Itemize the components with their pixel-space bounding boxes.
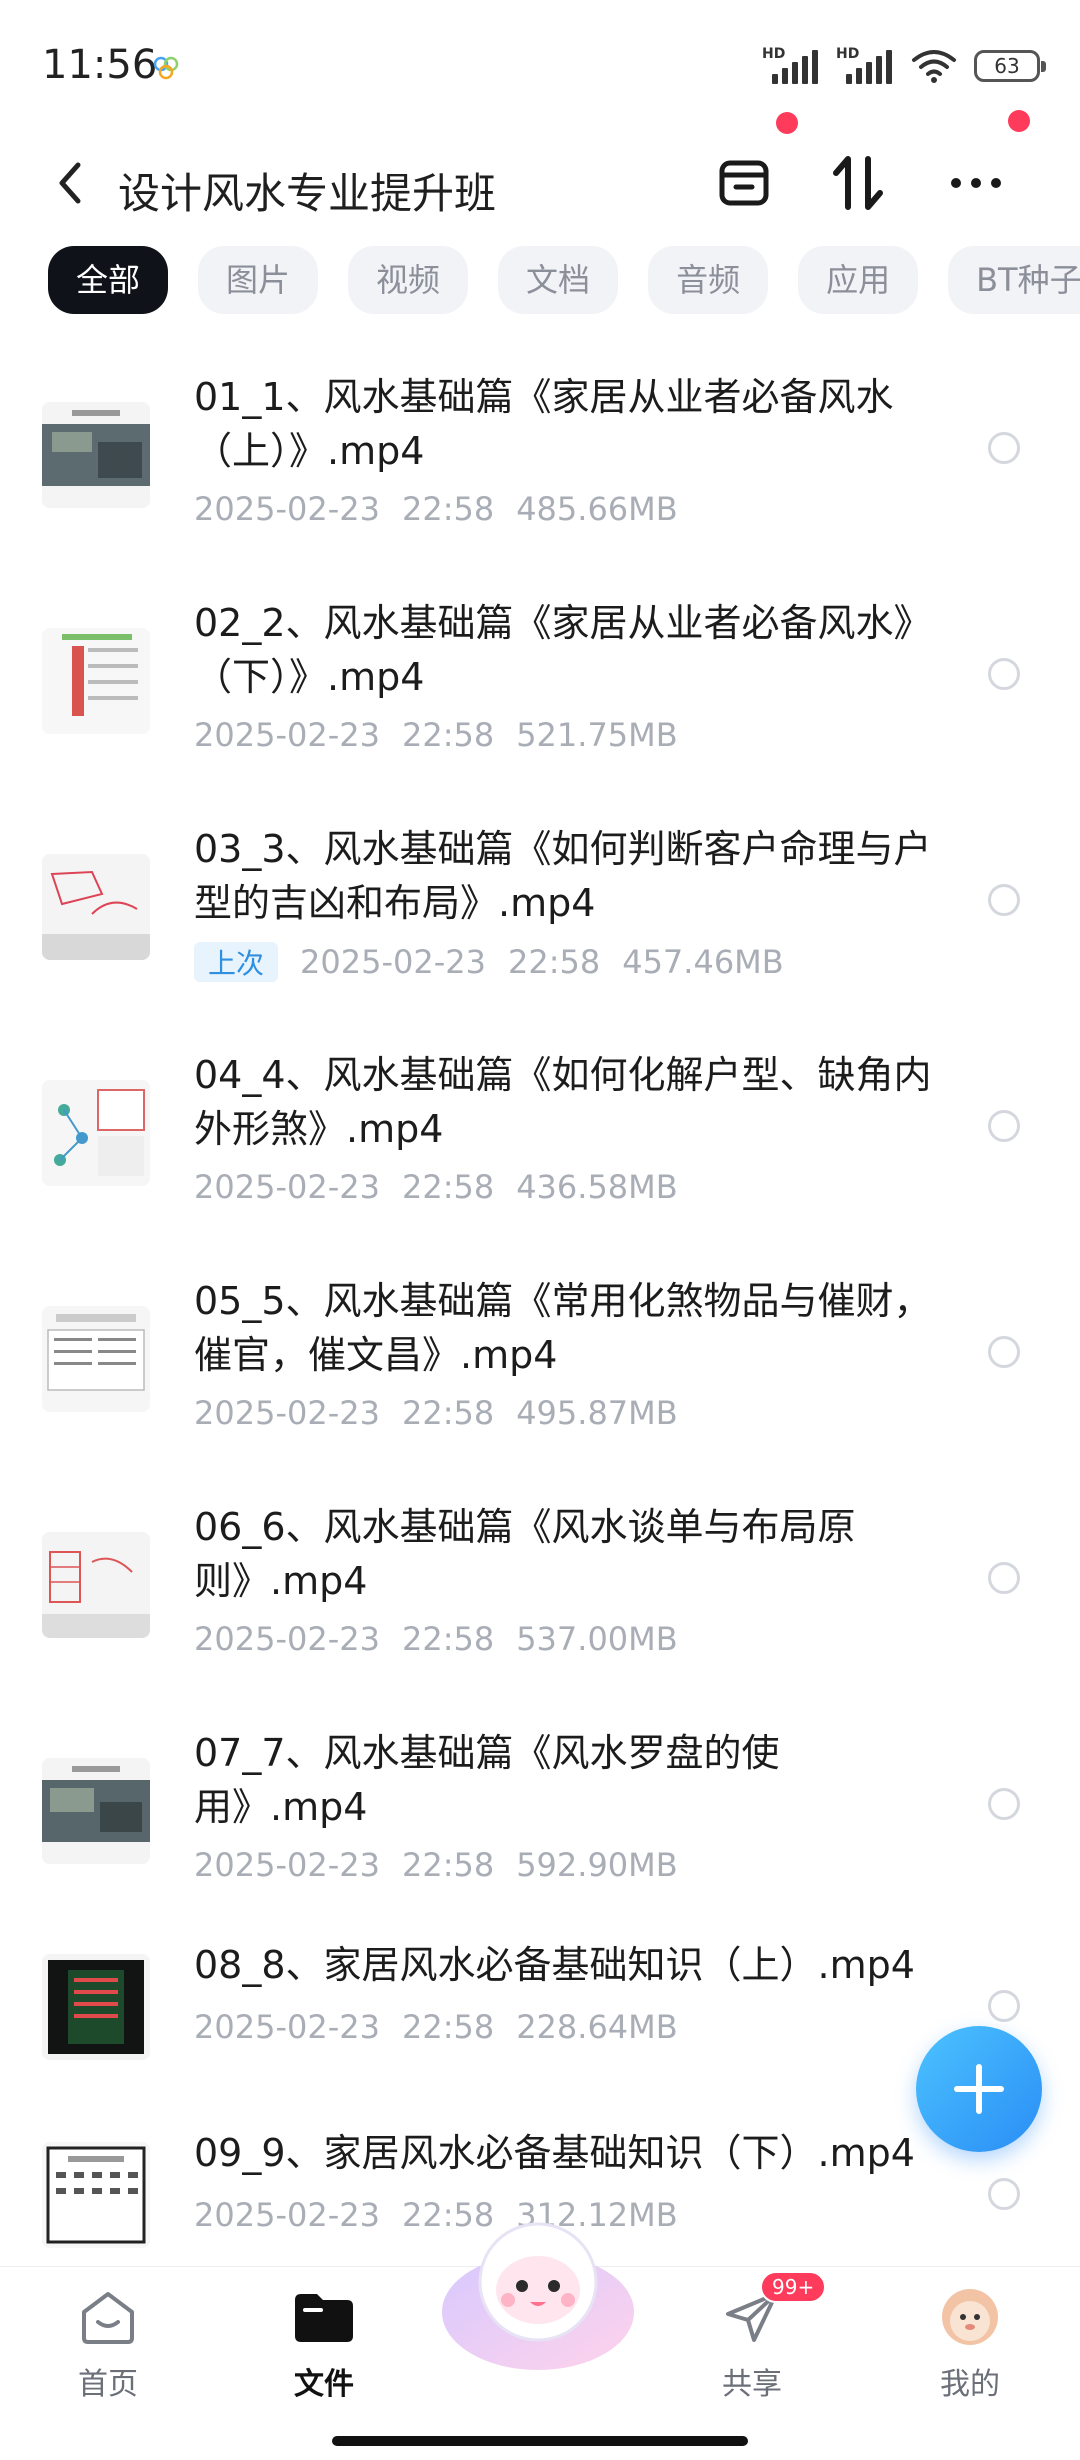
nav-home-label: 首页 <box>78 2367 138 2402</box>
file-row[interactable]: 06_6、风水基础篇《风水谈单与布局原则》.mp4 2025-02-23 22:5… <box>0 1470 1080 1696</box>
file-row[interactable]: 03_3、风水基础篇《如何判断客户命理与户型的吉凶和布局》.mp4 上次 2025… <box>0 792 1080 1018</box>
select-checkbox[interactable] <box>988 884 1020 916</box>
nav-files[interactable]: 文件 <box>254 2285 394 2403</box>
recent-badge: 上次 <box>194 942 279 982</box>
file-meta: 2025-02-23 22:58 592.90MB <box>194 1846 678 1884</box>
archive-icon <box>719 160 769 206</box>
select-checkbox[interactable] <box>988 1990 1020 2022</box>
more-dots-icon <box>951 178 1001 188</box>
nav-mine[interactable]: 我的 <box>900 2285 1040 2403</box>
video-thumbnail <box>42 1532 150 1638</box>
signal-2-icon: HD <box>836 46 894 84</box>
video-thumbnail <box>42 1758 150 1864</box>
video-thumbnail <box>42 1306 150 1412</box>
select-checkbox[interactable] <box>988 2178 1020 2210</box>
video-thumbnail <box>42 402 150 508</box>
tab-bt-torrent[interactable]: BT种子 <box>948 246 1080 314</box>
file-meta: 2025-02-23 22:58 436.58MB <box>194 1168 678 1206</box>
status-bar: 11:56 HD HD 63 <box>0 0 1080 130</box>
file-meta: 2025-02-23 22:58 485.66MB <box>194 490 678 528</box>
avatar <box>942 2289 998 2345</box>
video-thumbnail <box>42 1954 150 2060</box>
file-name: 09_9、家居风水必备基础知识（下）.mp4 <box>194 2131 915 2175</box>
tab-audio[interactable]: 音频 <box>648 246 769 314</box>
file-meta: 2025-02-23 22:58 228.64MB <box>194 2008 678 2046</box>
home-icon <box>82 2292 134 2344</box>
sort-icon <box>833 156 883 210</box>
video-thumbnail <box>42 2142 150 2248</box>
chevron-left-icon <box>59 162 81 204</box>
file-name: 03_3、风水基础篇《如何判断客户命理与户型的吉凶和布局》.mp4 <box>194 827 932 925</box>
home-indicator <box>332 2436 748 2446</box>
select-checkbox[interactable] <box>988 1110 1020 1142</box>
file-name: 01_1、风水基础篇《家居从业者必备风水（上）》.mp4 <box>194 375 894 473</box>
archive-button[interactable] <box>704 140 784 226</box>
tab-images[interactable]: 图片 <box>198 246 319 314</box>
tab-apps[interactable]: 应用 <box>798 246 919 314</box>
nav-home[interactable]: 首页 <box>38 2285 178 2403</box>
share-badge: 99+ <box>760 2271 827 2303</box>
file-name: 04_4、风水基础篇《如何化解户型、缺角内外形煞》.mp4 <box>194 1053 932 1151</box>
battery-indicator: 63 <box>974 50 1046 82</box>
file-name: 08_8、家居风水必备基础知识（上）.mp4 <box>194 1943 915 1987</box>
select-checkbox[interactable] <box>988 432 1020 464</box>
select-checkbox[interactable] <box>988 1562 1020 1594</box>
file-row[interactable]: 02_2、风水基础篇《家居从业者必备风水》（下）》.mp4 2025-02-23… <box>0 566 1080 792</box>
file-name: 06_6、风水基础篇《风水谈单与布局原则》.mp4 <box>194 1505 856 1603</box>
select-checkbox[interactable] <box>988 658 1020 690</box>
status-time: 11:56 <box>42 42 158 88</box>
file-row[interactable]: 07_7、风水基础篇《风水罗盘的使用》.mp4 2025-02-23 22:58 5… <box>0 1696 1080 1922</box>
video-thumbnail <box>42 628 150 734</box>
file-meta: 2025-02-23 22:58 537.00MB <box>194 1620 678 1658</box>
file-name: 05_5、风水基础篇《常用化煞物品与催财，催官，催文昌》.mp4 <box>194 1279 932 1377</box>
more-button[interactable] <box>936 140 1016 226</box>
tab-all[interactable]: 全部 <box>48 246 169 314</box>
nav-share[interactable]: 99+ 共享 <box>682 2271 827 2403</box>
file-row[interactable]: 01_1、风水基础篇《家居从业者必备风水（上）》.mp4 2025-02-23 2… <box>0 340 1080 566</box>
cloud-app-icon <box>153 56 179 80</box>
plus-icon <box>954 2064 1004 2114</box>
file-meta: 上次 2025-02-23 22:58 457.46MB <box>194 942 806 982</box>
file-row[interactable]: 04_4、风水基础篇《如何化解户型、缺角内外形煞》.mp4 2025-02-23… <box>0 1018 1080 1244</box>
mascot-ai-button[interactable] <box>436 2216 640 2376</box>
tab-videos[interactable]: 视频 <box>348 246 469 314</box>
wifi-icon <box>912 50 956 83</box>
file-name: 02_2、风水基础篇《家居从业者必备风水》（下）》.mp4 <box>194 601 932 699</box>
nav-files-label: 文件 <box>294 2367 354 2402</box>
select-checkbox[interactable] <box>988 1336 1020 1368</box>
file-meta: 2025-02-23 22:58 521.75MB <box>194 716 678 754</box>
header: 设计风水专业提升班 <box>0 110 1080 240</box>
video-thumbnail <box>42 1080 150 1186</box>
filter-tabs: 全部 图片 视频 文档 音频 应用 BT种子 <box>48 246 1080 314</box>
more-notification-dot <box>1008 110 1030 132</box>
file-row[interactable]: 05_5、风水基础篇《常用化煞物品与催财，催官，催文昌》.mp4 2025-02… <box>0 1244 1080 1470</box>
nav-share-label: 共享 <box>722 2367 782 2402</box>
tab-documents[interactable]: 文档 <box>498 246 619 314</box>
add-button[interactable] <box>916 2026 1042 2152</box>
file-meta: 2025-02-23 22:58 495.87MB <box>194 1394 678 1432</box>
page-title: 设计风水专业提升班 <box>118 169 497 218</box>
select-checkbox[interactable] <box>988 1788 1020 1820</box>
file-name: 07_7、风水基础篇《风水罗盘的使用》.mp4 <box>194 1731 780 1829</box>
back-button[interactable] <box>40 148 100 218</box>
signal-1-icon: HD <box>762 46 820 84</box>
archive-notification-dot <box>776 112 798 134</box>
folder-icon <box>295 2294 353 2342</box>
video-thumbnail <box>42 854 150 960</box>
nav-mine-label: 我的 <box>940 2367 1000 2402</box>
sort-button[interactable] <box>818 140 898 226</box>
